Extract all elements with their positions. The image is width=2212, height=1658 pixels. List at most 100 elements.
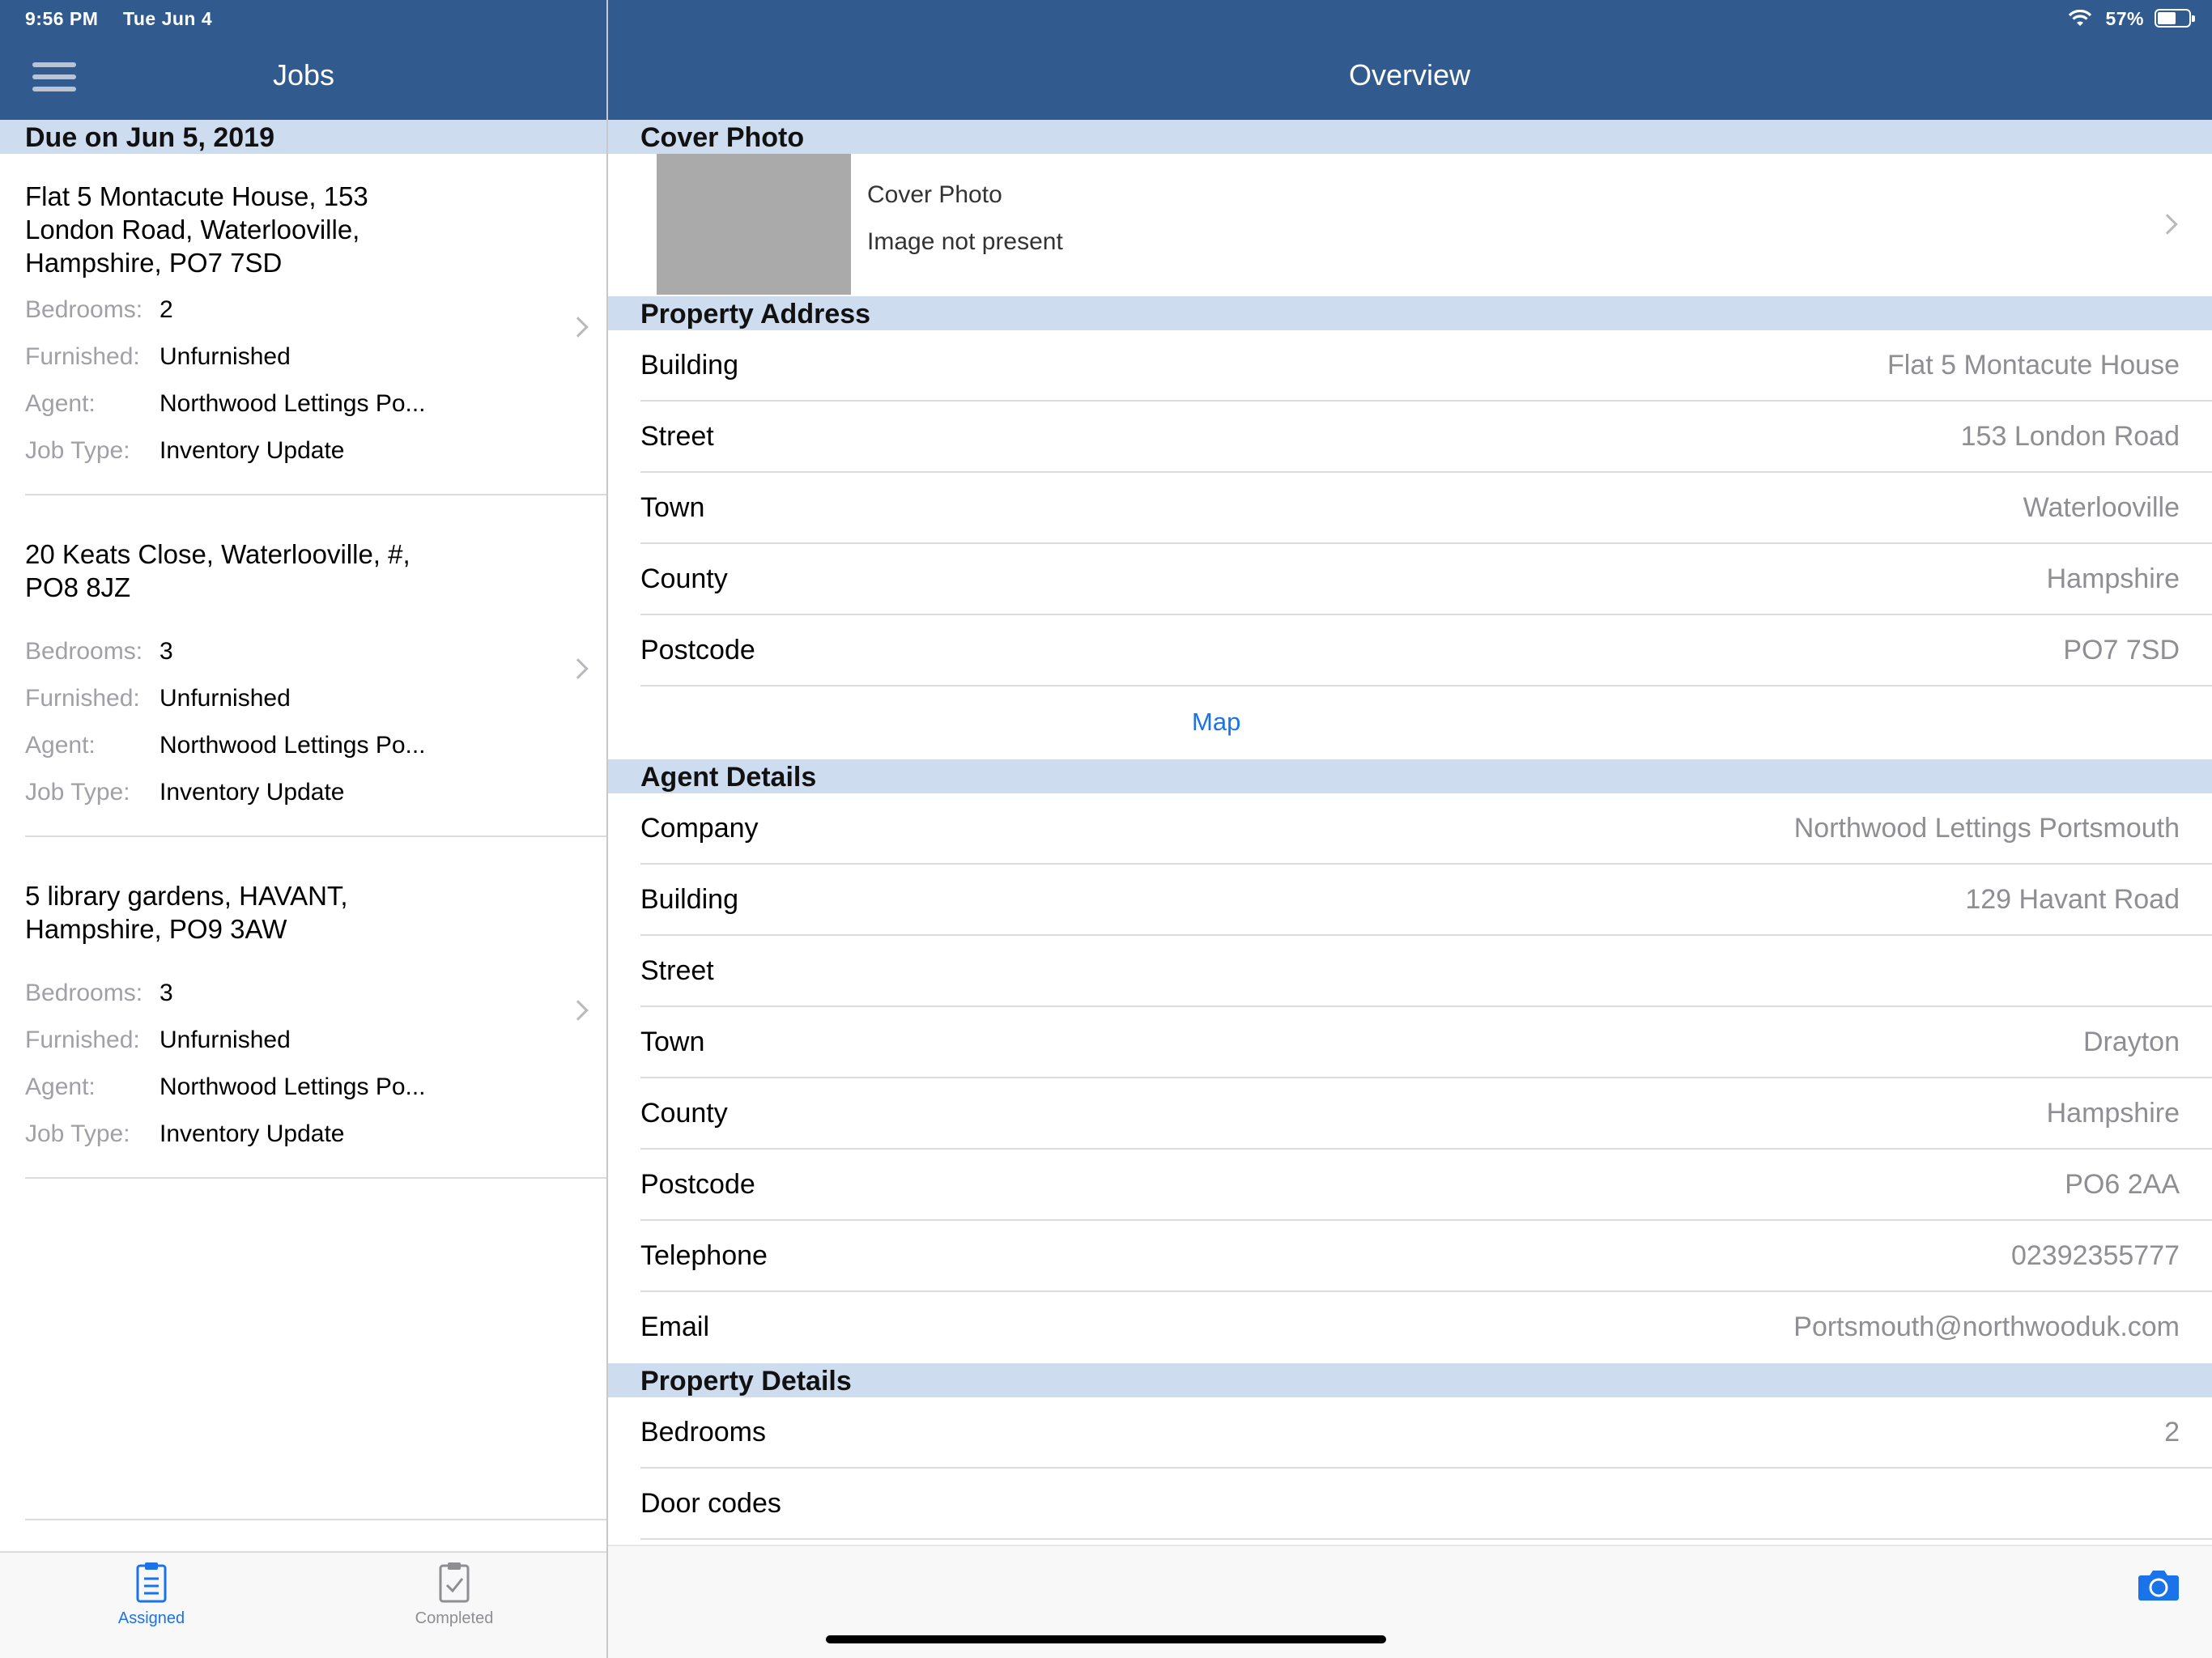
row-divider	[25, 1177, 606, 1179]
job-card[interactable]: 5 library gardens, HAVANT, Hampshire, PO…	[0, 837, 606, 1179]
row-key: Building	[640, 884, 738, 915]
cover-photo-placeholder	[657, 154, 851, 295]
jobs-title: Jobs	[272, 58, 335, 91]
agent-street-row: Street	[608, 936, 2212, 1007]
job-bedrooms-row: Bedrooms: 3	[25, 980, 173, 1007]
bedrooms-label: Bedrooms:	[25, 638, 143, 665]
agent-label: Agent:	[25, 1073, 96, 1100]
row-value: Hampshire	[2046, 563, 2180, 594]
row-value: PO6 2AA	[2065, 1169, 2180, 1200]
job-agent-row: Agent: Northwood Lettings Po...	[25, 732, 426, 759]
furnished-value: Unfurnished	[160, 685, 291, 712]
jobs-navigation-bar: 9:56 PM Tue Jun 4 Jobs	[0, 0, 606, 120]
agent-value: Northwood Lettings Po...	[160, 390, 426, 417]
row-key: Building	[640, 350, 738, 380]
agent-town-row: Town Drayton	[608, 1007, 2212, 1078]
row-value: 153 London Road	[1960, 421, 2180, 452]
job-bedrooms-row: Bedrooms: 3	[25, 638, 173, 665]
job-type-label: Job Type:	[25, 1120, 130, 1147]
status-date: Tue Jun 4	[123, 8, 213, 29]
property-postcode-row: Postcode PO7 7SD	[608, 615, 2212, 687]
overview-pane: Cover Photo Cover Photo Image not presen…	[608, 120, 2212, 1545]
job-card[interactable]: 20 Keats Close, Waterlooville, #, PO8 8J…	[0, 495, 606, 837]
list-end-divider	[25, 1519, 606, 1520]
row-value: 129 Havant Road	[1965, 884, 2180, 915]
job-furnished-row: Furnished: Unfurnished	[25, 1027, 291, 1054]
bedrooms-value: 3	[160, 638, 173, 665]
tab-completed[interactable]: Completed	[303, 1553, 606, 1658]
cover-photo-label: Cover Photo	[867, 181, 1002, 208]
agent-building-row: Building 129 Havant Road	[608, 865, 2212, 936]
chevron-right-icon	[568, 1000, 589, 1021]
overview-navigation-bar: 57% Overview	[608, 0, 2212, 120]
row-key: Telephone	[640, 1240, 768, 1271]
wifi-icon	[2068, 10, 2092, 26]
row-key: Town	[640, 492, 705, 523]
row-key: Postcode	[640, 1169, 755, 1200]
jobs-list-pane: Due on Jun 5, 2019 Flat 5 Montacute Hous…	[0, 120, 606, 1551]
row-key: Street	[640, 421, 714, 452]
chevron-right-icon	[2157, 214, 2178, 235]
job-card[interactable]: Flat 5 Montacute House, 153 London Road,…	[0, 154, 606, 495]
row-key: County	[640, 563, 728, 594]
bedrooms-label: Bedrooms:	[25, 296, 143, 323]
row-key: Street	[640, 955, 714, 986]
row-key: Town	[640, 1027, 705, 1057]
property-details-section-header: Property Details	[608, 1363, 2212, 1397]
row-value: Portsmouth@northwooduk.com	[1793, 1312, 2180, 1342]
cover-photo-status: Image not present	[867, 228, 1063, 255]
furnished-label: Furnished:	[25, 685, 140, 712]
agent-telephone-row[interactable]: Telephone 02392355777	[608, 1221, 2212, 1292]
job-address: 20 Keats Close, Waterlooville, #, PO8 8J…	[25, 539, 410, 602]
tab-assigned[interactable]: Assigned	[0, 1553, 303, 1658]
property-door-codes-row[interactable]: Door codes	[608, 1469, 2212, 1540]
row-value: Flat 5 Montacute House	[1887, 350, 2180, 380]
job-type-value: Inventory Update	[160, 779, 345, 806]
job-bedrooms-row: Bedrooms: 2	[25, 296, 173, 324]
camera-icon[interactable]	[2138, 1567, 2180, 1601]
status-time: 9:56 PM	[25, 8, 99, 29]
agent-details-section-header: Agent Details	[608, 759, 2212, 793]
home-indicator	[826, 1635, 1386, 1643]
job-address: Flat 5 Montacute House, 153 London Road,…	[25, 181, 368, 278]
due-date-section-header: Due on Jun 5, 2019	[0, 120, 606, 154]
clipboard-icon	[136, 1562, 167, 1603]
job-type-label: Job Type:	[25, 437, 130, 464]
furnished-value: Unfurnished	[160, 1027, 291, 1053]
tab-assigned-label: Assigned	[117, 1609, 185, 1627]
battery-icon	[2155, 9, 2195, 28]
job-type-label: Job Type:	[25, 779, 130, 806]
job-furnished-row: Furnished: Unfurnished	[25, 343, 291, 371]
map-row: Map	[608, 687, 2212, 759]
bedrooms-label: Bedrooms:	[25, 980, 143, 1006]
row-key: Email	[640, 1312, 710, 1342]
agent-email-row[interactable]: Email Portsmouth@northwooduk.com	[608, 1292, 2212, 1363]
property-street-row: Street 153 London Road	[608, 402, 2212, 473]
job-type-value: Inventory Update	[160, 437, 345, 464]
job-type-value: Inventory Update	[160, 1120, 345, 1147]
agent-value: Northwood Lettings Po...	[160, 732, 426, 759]
cover-photo-row[interactable]: Cover Photo Image not present	[608, 154, 2212, 296]
row-value: Northwood Lettings Portsmouth	[1793, 813, 2180, 844]
tab-completed-label: Completed	[415, 1609, 494, 1627]
row-value: Drayton	[2082, 1027, 2180, 1057]
map-link[interactable]: Map	[1192, 708, 1240, 737]
row-value: 02392355777	[2010, 1240, 2180, 1271]
bedrooms-value: 2	[160, 296, 173, 323]
agent-company-row: Company Northwood Lettings Portsmouth	[608, 793, 2212, 865]
row-value: PO7 7SD	[2063, 635, 2180, 665]
row-key: Bedrooms	[640, 1417, 766, 1448]
agent-county-row: County Hampshire	[608, 1078, 2212, 1150]
property-building-row: Building Flat 5 Montacute House	[608, 330, 2212, 402]
job-furnished-row: Furnished: Unfurnished	[25, 685, 291, 712]
hamburger-icon[interactable]	[32, 62, 76, 91]
furnished-label: Furnished:	[25, 1027, 140, 1053]
row-key: Postcode	[640, 635, 755, 665]
agent-label: Agent:	[25, 390, 96, 417]
agent-postcode-row: Postcode PO6 2AA	[608, 1150, 2212, 1221]
tab-bar: Assigned Completed	[0, 1551, 606, 1658]
job-agent-row: Agent: Northwood Lettings Po...	[25, 1073, 426, 1101]
row-key: Company	[640, 813, 759, 844]
job-address: 5 library gardens, HAVANT, Hampshire, PO…	[25, 881, 348, 944]
clipboard-check-icon	[439, 1562, 470, 1603]
